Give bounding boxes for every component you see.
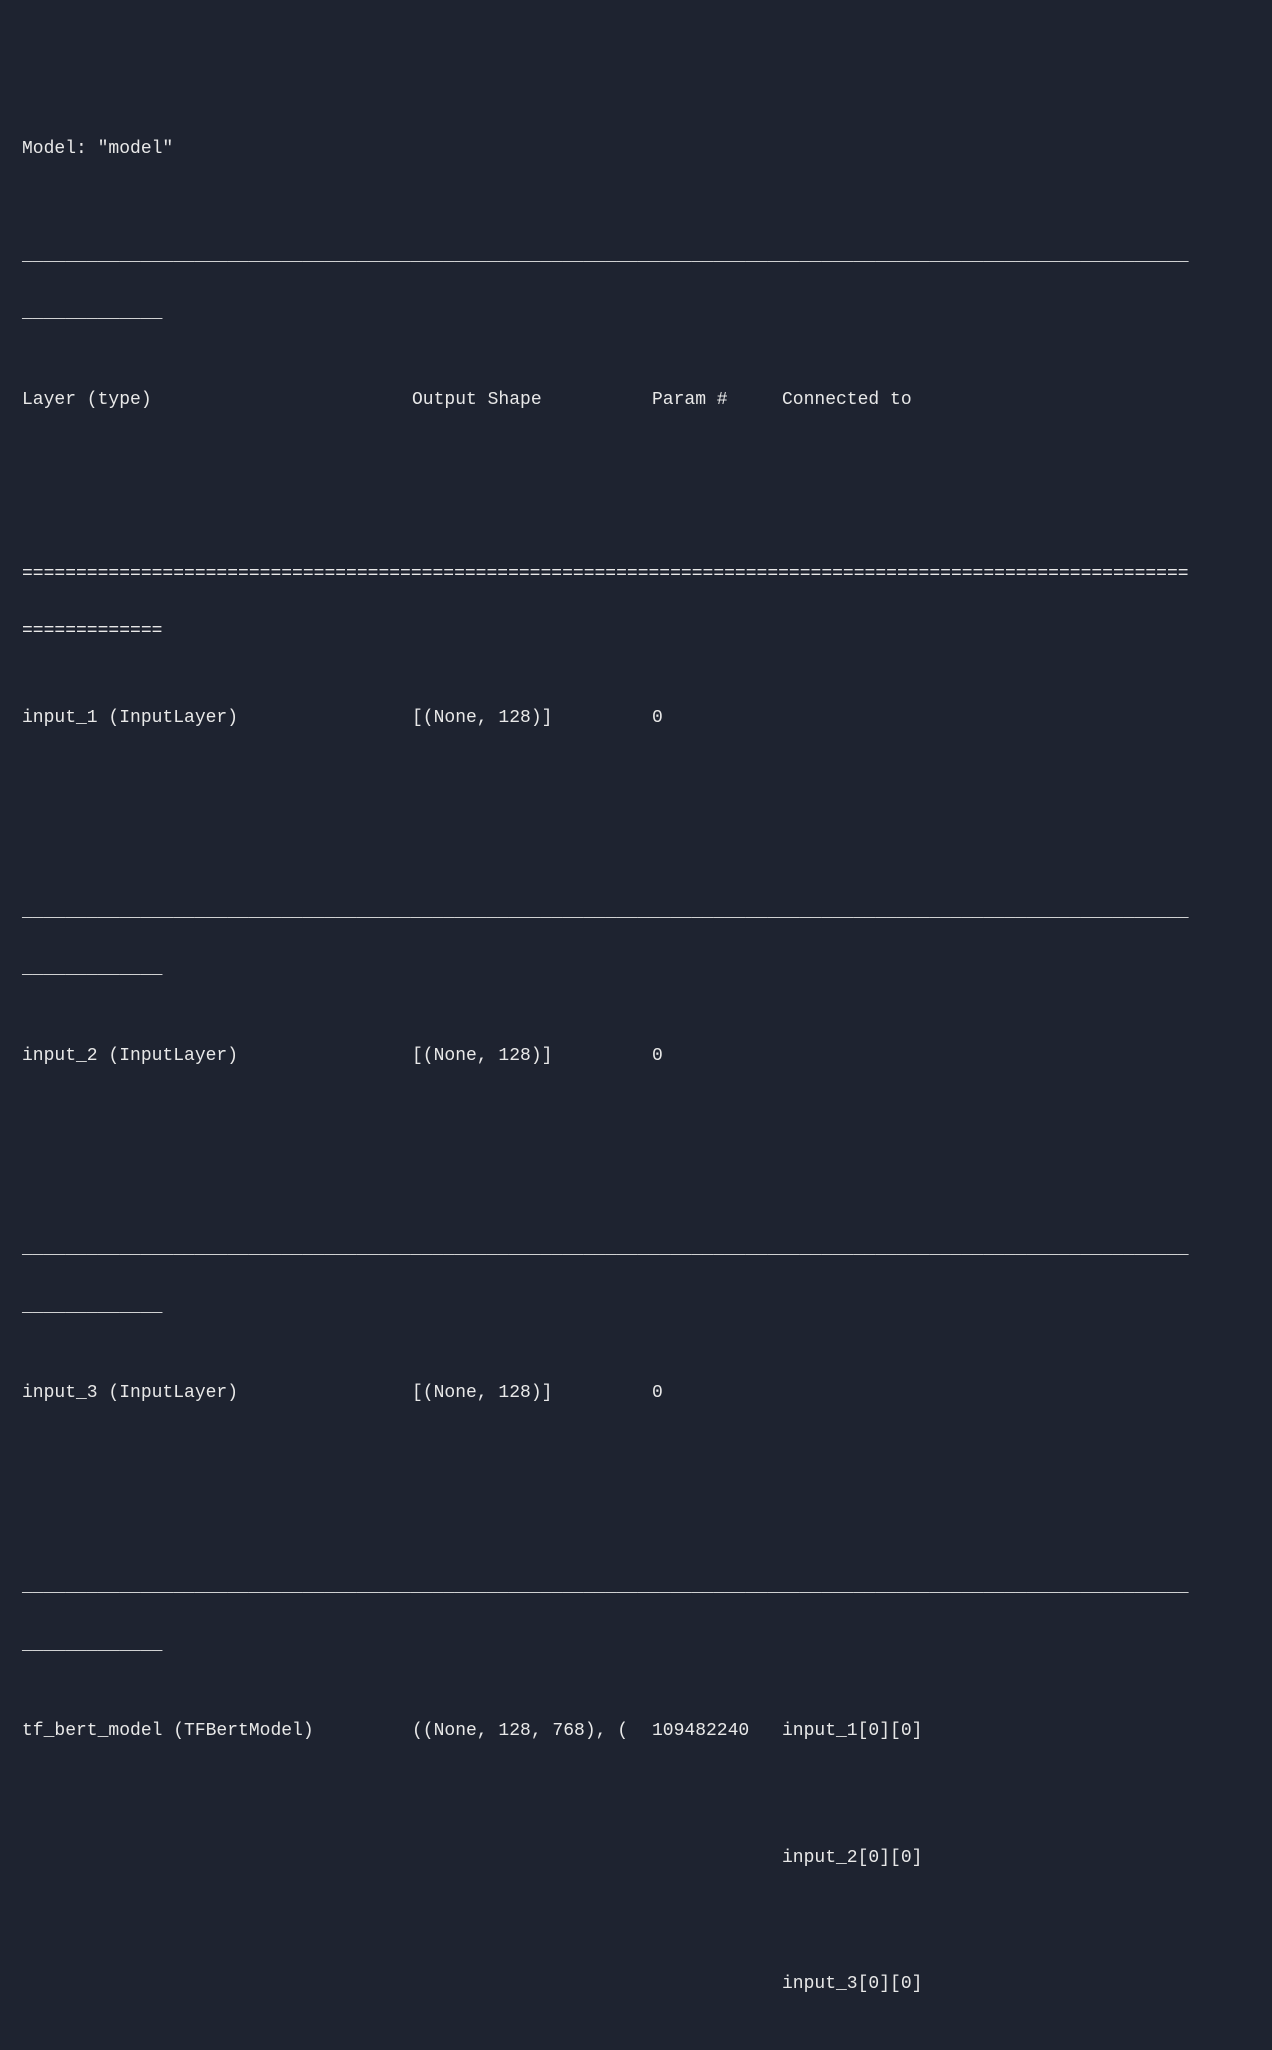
layer-name: input_2 (InputLayer) — [22, 1042, 412, 1071]
layer-param: 109482240 — [652, 1717, 782, 1746]
layer-param: 0 — [652, 1379, 782, 1408]
header-output: Output Shape — [412, 386, 652, 415]
header-param: Param # — [652, 386, 782, 415]
separator-eq-2: ============= — [22, 617, 1250, 646]
layer-connected-0: input_1[0][0] — [782, 1717, 1250, 1746]
layer-row-input-1: input_1 (InputLayer) [(None, 128)] 0 — [22, 704, 1250, 733]
separator-dash-2b: _____________ — [22, 1293, 1250, 1322]
layer-output: [(None, 128)] — [412, 1042, 652, 1071]
layer-name: input_3 (InputLayer) — [22, 1379, 412, 1408]
layer-connected-2: input_3[0][0] — [22, 1970, 1250, 1999]
separator-dash-2a: ________________________________________… — [22, 1235, 1250, 1264]
layer-name: tf_bert_model (TFBertModel) — [22, 1717, 412, 1746]
header-row: Layer (type) Output Shape Param # Connec… — [22, 386, 1250, 415]
layer-output: ((None, 128, 768), ( — [412, 1717, 652, 1746]
layer-connected — [782, 1379, 1250, 1408]
separator-dash-top-1: ________________________________________… — [22, 242, 1250, 271]
layer-connected-1: input_2[0][0] — [22, 1844, 1250, 1873]
header-layer: Layer (type) — [22, 386, 412, 415]
separator-dash-1b: _____________ — [22, 955, 1250, 984]
model-title: Model: "model" — [22, 135, 1250, 164]
layer-name: input_1 (InputLayer) — [22, 704, 412, 733]
layer-row-input-3: input_3 (InputLayer) [(None, 128)] 0 — [22, 1379, 1250, 1408]
layer-row-input-2: input_2 (InputLayer) [(None, 128)] 0 — [22, 1042, 1250, 1071]
layer-connected — [782, 1042, 1250, 1071]
layer-row-bert: tf_bert_model (TFBertModel) ((None, 128,… — [22, 1717, 1250, 1746]
layer-output: [(None, 128)] — [412, 704, 652, 733]
separator-dash-1a: ________________________________________… — [22, 898, 1250, 927]
layer-param: 0 — [652, 704, 782, 733]
layer-param: 0 — [652, 1042, 782, 1071]
separator-dash-top-2: _____________ — [22, 299, 1250, 328]
separator-dash-3b: _____________ — [22, 1631, 1250, 1660]
layer-connected — [782, 704, 1250, 733]
separator-eq-1: ========================================… — [22, 560, 1250, 589]
header-connected: Connected to — [782, 386, 1250, 415]
layer-output: [(None, 128)] — [412, 1379, 652, 1408]
separator-dash-3a: ________________________________________… — [22, 1573, 1250, 1602]
